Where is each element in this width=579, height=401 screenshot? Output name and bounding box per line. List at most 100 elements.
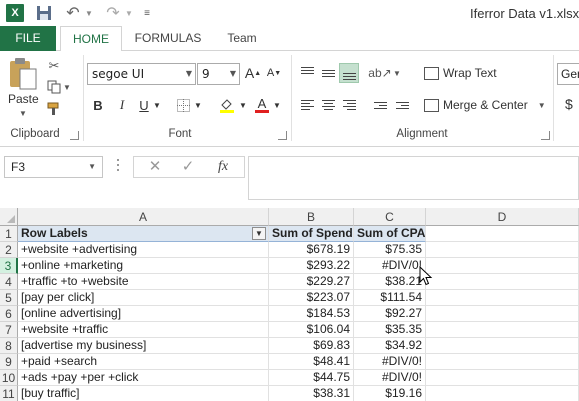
table-cell[interactable]: $34.92: [354, 338, 426, 354]
table-cell[interactable]: [426, 354, 579, 370]
table-cell[interactable]: #DIV/0!: [354, 258, 426, 274]
table-cell[interactable]: $38.31: [269, 386, 354, 401]
grow-font-button[interactable]: A ▲: [244, 63, 262, 83]
row-header[interactable]: 6: [0, 306, 18, 322]
alignment-launcher-icon[interactable]: [541, 131, 550, 140]
fill-color-icon[interactable]: [218, 95, 236, 115]
merge-dropdown-icon[interactable]: ▼: [538, 101, 546, 110]
table-cell[interactable]: [426, 226, 579, 242]
table-cell[interactable]: $184.53: [269, 306, 354, 322]
pivot-cpa-header[interactable]: Sum of CPA: [354, 226, 426, 242]
paste-button[interactable]: Paste: [8, 92, 39, 106]
font-color-button[interactable]: A: [254, 95, 270, 115]
align-center-icon[interactable]: [318, 95, 338, 115]
font-size-select[interactable]: 9 ▼: [197, 63, 240, 85]
number-format-select[interactable]: Gen: [557, 63, 579, 85]
row-header[interactable]: 1: [0, 226, 18, 242]
font-launcher-icon[interactable]: [278, 131, 287, 140]
insert-function-icon[interactable]: fx: [208, 157, 238, 177]
table-cell[interactable]: $106.04: [269, 322, 354, 338]
row-header[interactable]: 11: [0, 386, 18, 401]
tab-file[interactable]: FILE: [0, 26, 56, 51]
table-cell[interactable]: #DIV/0!: [354, 370, 426, 386]
clipboard-launcher-icon[interactable]: [70, 131, 79, 140]
table-cell[interactable]: +website +traffic: [18, 322, 269, 338]
chevron-down-icon[interactable]: ▼: [88, 157, 96, 177]
underline-button[interactable]: U: [136, 95, 152, 115]
filter-sort-icon[interactable]: ▼: [252, 227, 266, 240]
column-header-a[interactable]: A: [18, 208, 269, 226]
table-cell[interactable]: [pay per click]: [18, 290, 269, 306]
table-cell[interactable]: +website +advertising: [18, 242, 269, 258]
paste-dropdown-icon[interactable]: ▼: [19, 109, 27, 118]
shrink-font-button[interactable]: A ▼: [265, 63, 283, 83]
undo-icon[interactable]: ↶: [64, 4, 82, 22]
underline-dropdown-icon[interactable]: ▼: [152, 95, 162, 115]
table-cell[interactable]: [426, 370, 579, 386]
redo-dropdown-icon[interactable]: ▼: [124, 4, 134, 22]
table-cell[interactable]: $75.35: [354, 242, 426, 258]
table-cell[interactable]: +traffic +to +website: [18, 274, 269, 290]
fill-color-dropdown-icon[interactable]: ▼: [238, 95, 248, 115]
table-cell[interactable]: [426, 242, 579, 258]
name-box[interactable]: F3 ▼: [4, 156, 103, 178]
font-name-select[interactable]: segoe UI ▼: [87, 63, 196, 85]
cancel-icon[interactable]: ✕: [140, 157, 170, 177]
table-cell[interactable]: +online +marketing: [18, 258, 269, 274]
table-cell[interactable]: $111.54: [354, 290, 426, 306]
row-header[interactable]: 9: [0, 354, 18, 370]
table-cell[interactable]: $229.27: [269, 274, 354, 290]
borders-icon[interactable]: [175, 95, 191, 115]
table-cell[interactable]: $223.07: [269, 290, 354, 306]
orientation-dropdown-icon[interactable]: ▼: [392, 63, 402, 83]
copy-dropdown-icon[interactable]: ▼: [62, 78, 72, 96]
increase-indent-icon[interactable]: [392, 95, 412, 115]
table-cell[interactable]: [426, 338, 579, 354]
align-right-icon[interactable]: [339, 95, 359, 115]
redo-icon[interactable]: ↷: [104, 4, 122, 22]
merge-center-button[interactable]: Merge & Center ▼: [424, 95, 546, 115]
tab-formulas[interactable]: FORMULAS: [128, 26, 208, 51]
table-cell[interactable]: #DIV/0!: [354, 354, 426, 370]
row-header[interactable]: 7: [0, 322, 18, 338]
table-cell[interactable]: +paid +search: [18, 354, 269, 370]
formula-bar-grip-icon[interactable]: [117, 159, 120, 171]
row-header[interactable]: 8: [0, 338, 18, 354]
align-bottom-icon[interactable]: [339, 63, 359, 83]
tab-home[interactable]: HOME: [60, 26, 122, 52]
table-cell[interactable]: $678.19: [269, 242, 354, 258]
tab-team[interactable]: Team: [216, 26, 268, 51]
row-header[interactable]: 2: [0, 242, 18, 258]
borders-dropdown-icon[interactable]: ▼: [193, 95, 203, 115]
row-header[interactable]: 10: [0, 370, 18, 386]
table-cell[interactable]: [buy traffic]: [18, 386, 269, 401]
format-painter-icon[interactable]: [44, 100, 64, 118]
table-cell[interactable]: $293.22: [269, 258, 354, 274]
table-cell[interactable]: [advertise my business]: [18, 338, 269, 354]
table-cell[interactable]: $19.16: [354, 386, 426, 401]
align-top-icon[interactable]: [297, 63, 317, 83]
table-cell[interactable]: $44.75: [269, 370, 354, 386]
table-cell[interactable]: [426, 386, 579, 401]
undo-dropdown-icon[interactable]: ▼: [84, 4, 94, 22]
formula-input[interactable]: [248, 156, 579, 200]
table-cell[interactable]: [426, 322, 579, 338]
table-cell[interactable]: [426, 306, 579, 322]
table-cell[interactable]: $92.27: [354, 306, 426, 322]
row-header[interactable]: 5: [0, 290, 18, 306]
table-cell[interactable]: +ads +pay +per +click: [18, 370, 269, 386]
column-header-c[interactable]: C: [354, 208, 426, 226]
table-cell[interactable]: [426, 274, 579, 290]
save-icon[interactable]: [36, 4, 52, 22]
table-cell[interactable]: [426, 290, 579, 306]
pivot-row-labels-header[interactable]: Row Labels: [18, 226, 269, 242]
copy-icon[interactable]: [44, 78, 64, 96]
row-header[interactable]: 3: [0, 258, 18, 274]
row-header[interactable]: 4: [0, 274, 18, 290]
table-cell[interactable]: $38.21: [354, 274, 426, 290]
table-cell[interactable]: $35.35: [354, 322, 426, 338]
column-header-d[interactable]: D: [426, 208, 579, 226]
pivot-spend-header[interactable]: Sum of Spend: [269, 226, 354, 242]
cut-icon[interactable]: ✂: [44, 57, 64, 75]
paste-icon[interactable]: [8, 57, 40, 90]
